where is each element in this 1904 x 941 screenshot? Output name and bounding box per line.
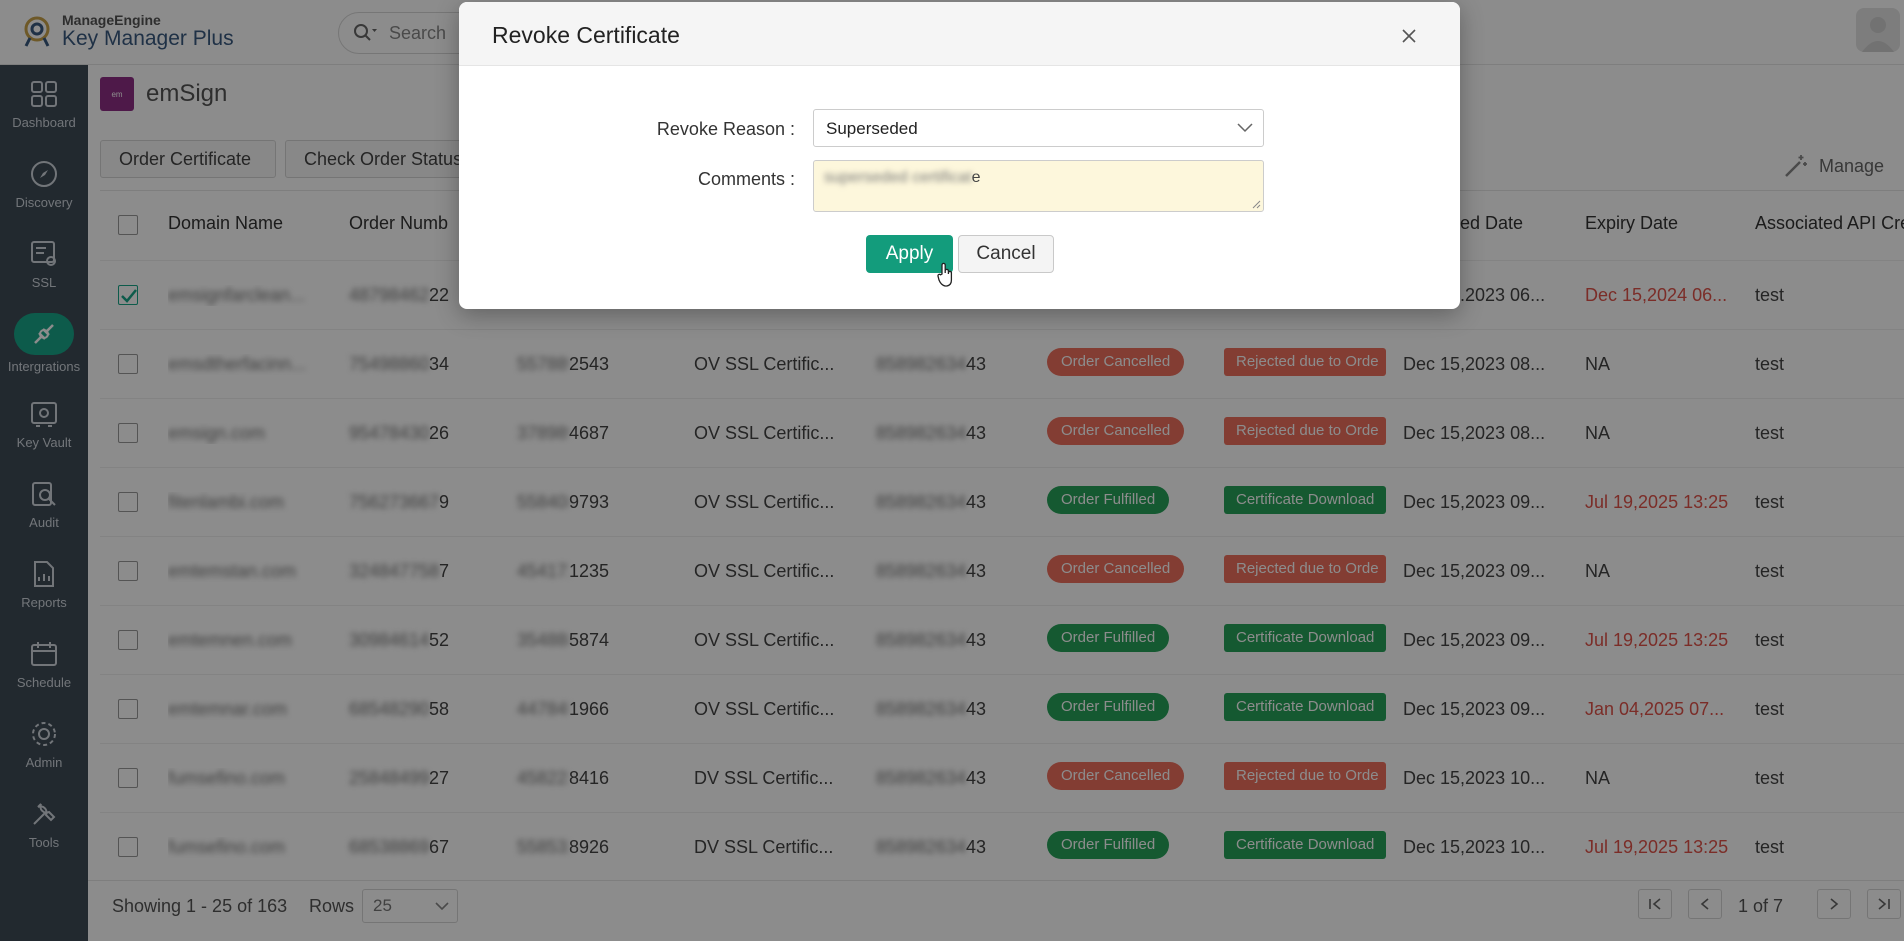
app-window: ManageEngine Key Manager Plus Search Das… bbox=[0, 0, 1904, 941]
resize-handle-icon[interactable] bbox=[1251, 199, 1261, 209]
revoke-reason-label: Revoke Reason : bbox=[656, 119, 795, 139]
close-icon[interactable] bbox=[1401, 28, 1417, 44]
comments-text-blurred: superseded certificat bbox=[824, 169, 972, 186]
chevron-down-icon bbox=[1237, 123, 1253, 133]
dialog-title: Revoke Certificate bbox=[492, 22, 680, 48]
revoke-reason-select[interactable]: Superseded bbox=[813, 109, 1264, 147]
revoke-certificate-dialog: Revoke Certificate Revoke Reason : Super… bbox=[459, 2, 1460, 309]
revoke-reason-value: Superseded bbox=[826, 119, 918, 138]
comments-label: Comments : bbox=[697, 169, 795, 189]
comments-text-tail: e bbox=[971, 169, 981, 186]
comments-textarea[interactable]: superseded certificate bbox=[813, 160, 1264, 212]
hand-pointer-icon bbox=[937, 262, 953, 287]
dialog-header: Revoke Certificate bbox=[459, 2, 1460, 66]
cancel-button[interactable]: Cancel bbox=[958, 235, 1054, 273]
